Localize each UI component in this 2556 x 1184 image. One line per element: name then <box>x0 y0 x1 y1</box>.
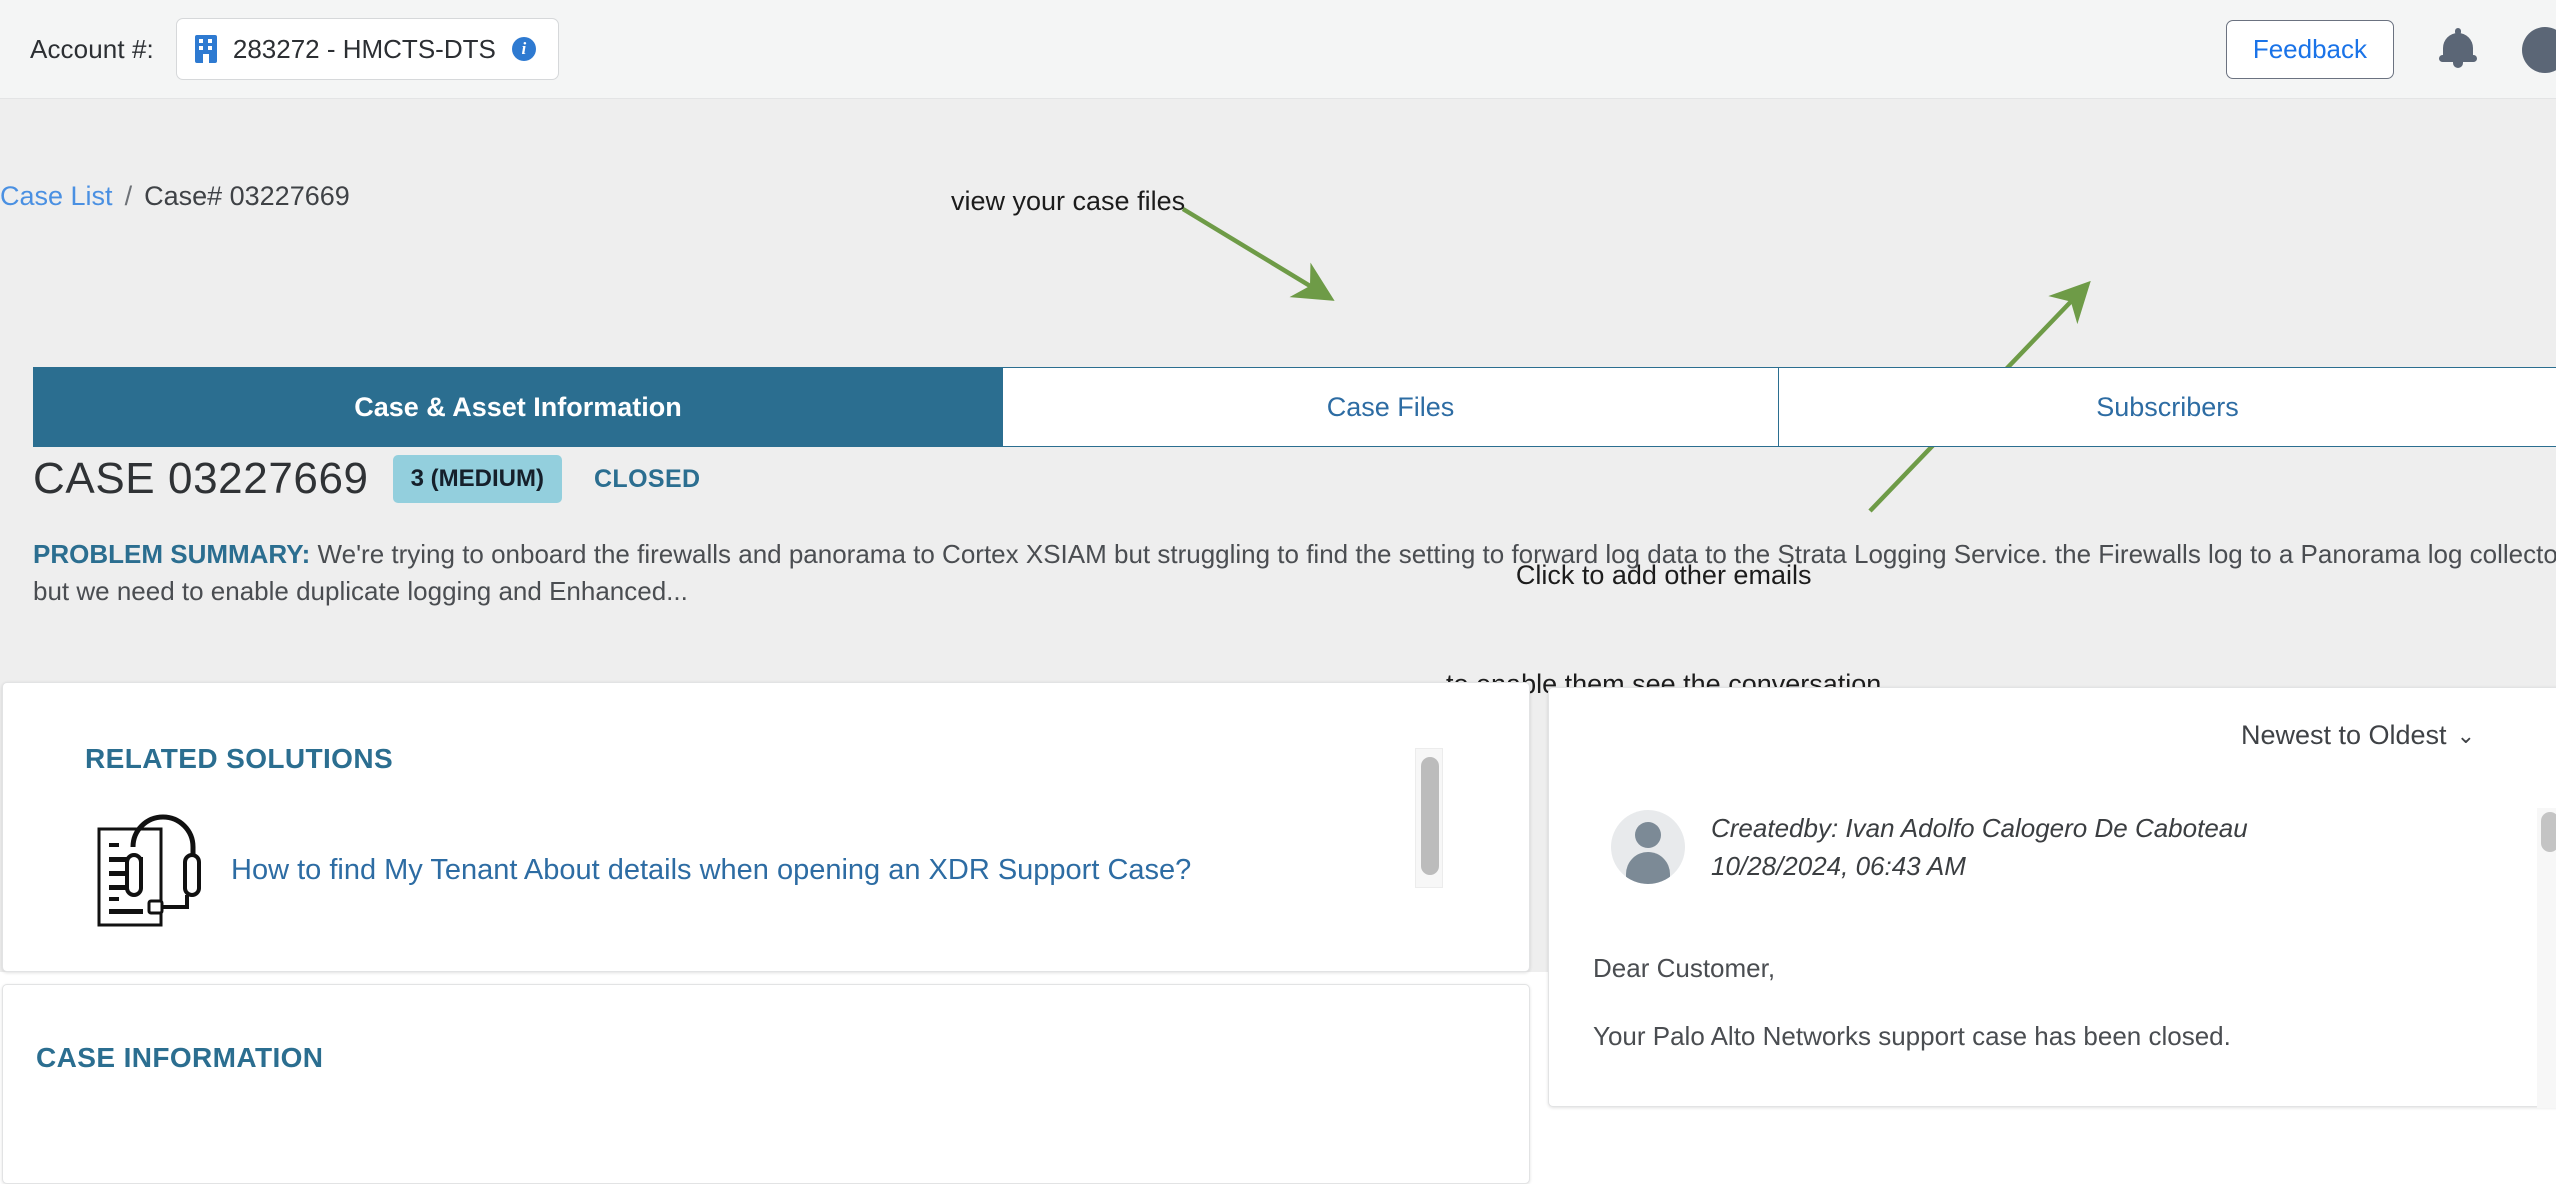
message-body: Dear Customer, Your Palo Alto Networks s… <box>1593 950 2231 1087</box>
conversation-message-header: Createdby: Ivan Adolfo Calogero De Cabot… <box>1611 810 2248 885</box>
account-selector[interactable]: 283272 - HMCTS-DTS i <box>175 18 559 80</box>
message-meta: Createdby: Ivan Adolfo Calogero De Cabot… <box>1711 810 2248 885</box>
chevron-down-icon: ⌄ <box>2456 722 2475 748</box>
page-body: Case List / Case# 03227669 view your cas… <box>0 99 2556 1184</box>
tab-strip: Case & Asset Information Case Files Subs… <box>33 367 2556 447</box>
account-label: Account #: <box>30 33 154 64</box>
notification-bell-icon[interactable] <box>2438 27 2478 72</box>
breadcrumb: Case List / Case# 03227669 <box>0 181 350 212</box>
message-greeting: Dear Customer, <box>1593 953 1776 983</box>
problem-summary-text: We're trying to onboard the firewalls an… <box>33 539 2556 606</box>
related-solutions-title: RELATED SOLUTIONS <box>85 743 394 774</box>
breadcrumb-separator: / <box>124 181 133 211</box>
tab-case-files[interactable]: Case Files <box>1002 368 1778 446</box>
case-header: CASE 03227669 3 (MEDIUM) CLOSED <box>33 454 701 504</box>
page-title: CASE 03227669 <box>33 454 369 503</box>
top-account-bar: Account #: 283272 - HMCTS-DTS i Feedback <box>0 0 2556 99</box>
info-icon[interactable]: i <box>511 37 536 61</box>
building-icon <box>194 35 217 63</box>
problem-summary: PROBLEM SUMMARY: We're trying to onboard… <box>33 536 2556 610</box>
conversation-scrollbar[interactable] <box>2537 808 2556 1108</box>
feedback-button[interactable]: Feedback <box>2225 20 2394 79</box>
conversation-scroll-thumb[interactable] <box>2541 812 2556 852</box>
related-solution-item[interactable]: How to find My Tenant About details when… <box>95 811 1191 929</box>
arrow-to-case-files <box>1181 207 1335 301</box>
related-solutions-scroll-thumb[interactable] <box>1421 757 1439 875</box>
related-solutions-scrollbar[interactable] <box>1415 748 1443 888</box>
related-solution-link[interactable]: How to find My Tenant About details when… <box>231 854 1191 887</box>
related-solutions-card: RELATED SOLUTIONS How to find My Tenant … <box>2 682 1530 972</box>
user-avatar-icon[interactable] <box>2522 26 2556 73</box>
avatar <box>1611 810 1685 884</box>
account-value: 283272 - HMCTS-DTS <box>232 33 496 64</box>
case-information-title: CASE INFORMATION <box>36 1042 324 1073</box>
sort-order-dropdown[interactable]: Newest to Oldest ⌄ <box>2241 720 2475 751</box>
message-timestamp: 10/28/2024, 06:43 AM <box>1711 850 1966 881</box>
message-text: Your Palo Alto Networks support case has… <box>1593 1021 2231 1052</box>
status-badge: CLOSED <box>593 464 701 493</box>
topbar-right-group: Feedback <box>2225 0 2556 99</box>
document-headset-icon <box>95 811 203 929</box>
annotation-case-files: view your case files <box>951 186 1186 216</box>
tab-subscribers[interactable]: Subscribers <box>1778 368 2556 446</box>
conversation-card: Newest to Oldest ⌄ Createdby: Ivan Adolf… <box>1548 687 2556 1108</box>
sort-order-label: Newest to Oldest <box>2240 720 2447 750</box>
breadcrumb-current: Case# 03227669 <box>144 181 350 211</box>
problem-summary-label: PROBLEM SUMMARY: <box>33 539 311 569</box>
severity-badge: 3 (MEDIUM) <box>392 455 562 503</box>
case-information-card: CASE INFORMATION <box>2 984 1530 1184</box>
message-author: Createdby: Ivan Adolfo Calogero De Cabot… <box>1711 813 2248 843</box>
tab-case-asset-information[interactable]: Case & Asset Information <box>34 368 1002 446</box>
breadcrumb-case-list-link[interactable]: Case List <box>0 181 113 212</box>
